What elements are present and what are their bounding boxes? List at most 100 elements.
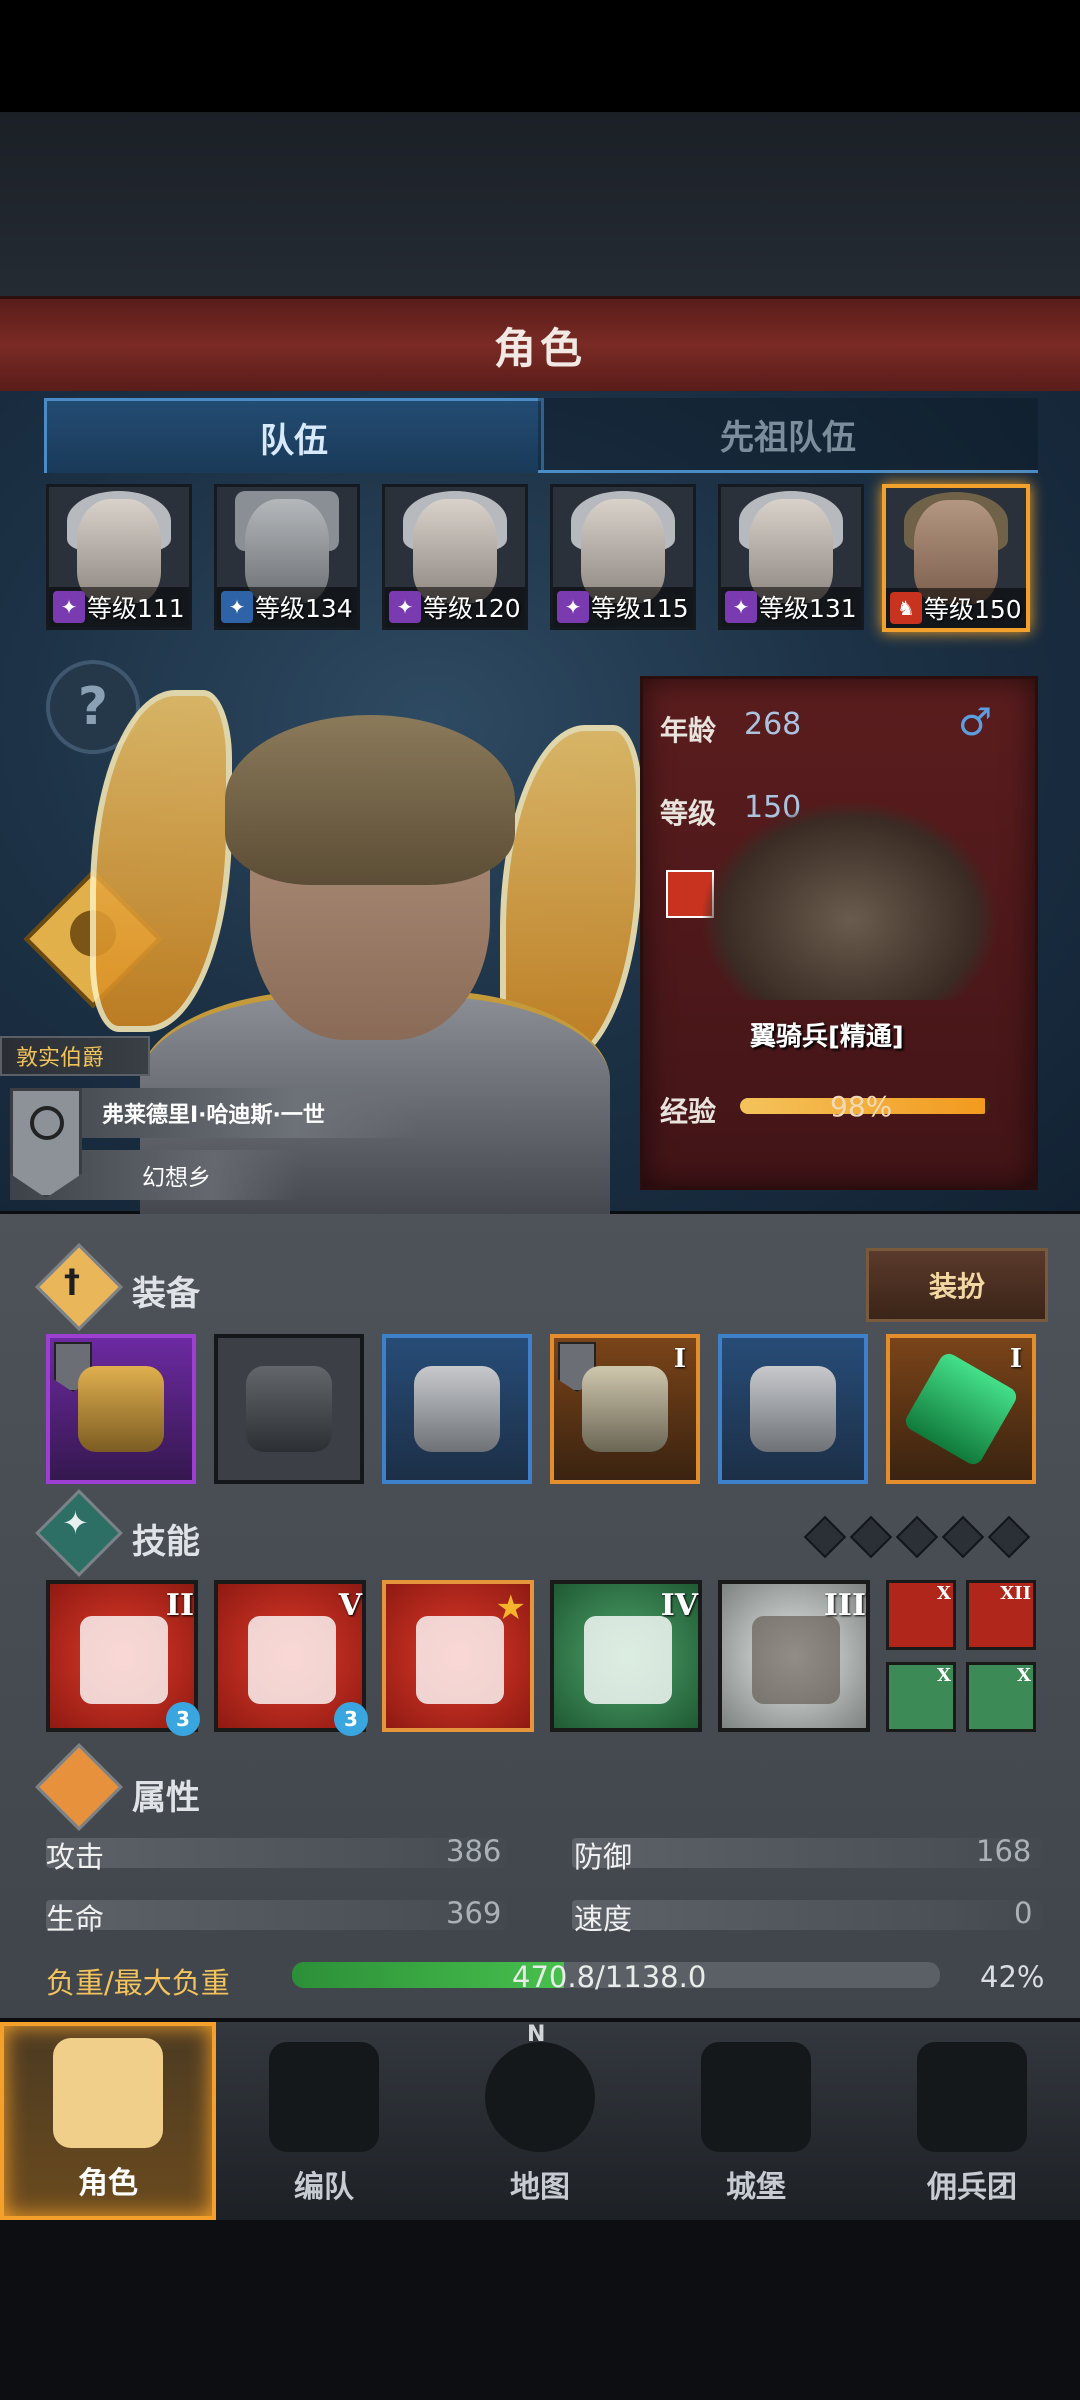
tab-team[interactable]: 队伍 — [44, 398, 544, 473]
staff-icon: ✦ — [557, 591, 589, 623]
hero-level-text: 等级131 — [759, 594, 857, 623]
skill-tier: III — [823, 1588, 866, 1623]
nav-castle[interactable]: 城堡 — [648, 2022, 864, 2220]
equipment-slot-armor[interactable]: I — [550, 1334, 700, 1484]
team-member-card-3[interactable]: ✦ 等级120 — [382, 484, 528, 630]
emerald-gem-icon — [902, 1350, 1020, 1468]
nav-map[interactable]: 地图 — [432, 2022, 648, 2220]
passive-tier: X — [1017, 1665, 1031, 1686]
nav-label: 地图 — [510, 2170, 570, 2205]
staff-icon: ✦ — [389, 591, 421, 623]
male-icon: ♂ — [958, 700, 993, 744]
team-member-card-5[interactable]: ✦ 等级131 — [718, 484, 864, 630]
page-title: 角色 — [493, 323, 586, 373]
nav-label: 角色 — [78, 2166, 138, 2201]
passive-strength[interactable]: X — [886, 1580, 956, 1650]
attack-value: 386 — [446, 1834, 502, 1868]
passive-burst[interactable]: X — [966, 1662, 1036, 1732]
attack-bar — [46, 1838, 506, 1868]
tier-numeral: I — [1009, 1344, 1022, 1374]
attack-label: 攻击 — [46, 1840, 105, 1874]
sword-icon: ✦ — [221, 591, 253, 623]
staff-icon: ✦ — [725, 591, 757, 623]
dagger-icon: † — [64, 1262, 80, 1300]
hero-level-bar: ✦ 等级120 — [385, 587, 525, 627]
skill-slot-4[interactable]: IV — [550, 1580, 702, 1732]
nav-label: 城堡 — [726, 2170, 786, 2205]
equipment-slot-accessory[interactable]: I — [886, 1334, 1036, 1484]
nav-character[interactable]: 角色 — [0, 2022, 216, 2220]
equipment-title: 装备 — [132, 1274, 200, 1314]
passive-sword[interactable]: XII — [966, 1580, 1036, 1650]
empty-shield-icon — [246, 1366, 332, 1452]
skill-badge: 3 — [334, 1702, 368, 1736]
nav-formation[interactable]: 编队 — [216, 2022, 432, 2220]
equipment-slot-offhand[interactable] — [214, 1334, 364, 1484]
hero-level-bar: ✦ 等级131 — [721, 587, 861, 627]
team-member-card-2[interactable]: ✦ 等级134 — [214, 484, 360, 630]
hero-level-text: 等级150 — [924, 595, 1022, 624]
greaves-icon — [750, 1366, 836, 1452]
nav-label: 编队 — [294, 2170, 354, 2205]
load-percent: 42% — [980, 1960, 1045, 1994]
team-member-card-6[interactable]: ♞ 等级150 — [882, 484, 1030, 632]
exp-label: 经验 — [660, 1095, 717, 1128]
equipment-slot-weapon[interactable] — [46, 1334, 196, 1484]
hero-level-text: 等级111 — [87, 594, 185, 623]
faction-emblem-icon — [30, 1106, 64, 1140]
nav-mercenaries[interactable]: 佣兵团 — [864, 2022, 1080, 2220]
broken-sword-icon — [80, 1616, 168, 1704]
equipment-slot-helmet[interactable] — [382, 1334, 532, 1484]
crystal-icon — [752, 1616, 840, 1704]
load-label: 负重/最大负重 — [46, 1966, 230, 2000]
skill-badge: 3 — [166, 1702, 200, 1736]
helmet-gear-icon — [269, 2042, 379, 2152]
team-member-card-1[interactable]: ✦ 等级111 — [46, 484, 192, 630]
skill-slot-1[interactable]: II 3 — [46, 1580, 200, 1736]
hp-bar — [46, 1900, 506, 1930]
passive-target[interactable]: X — [886, 1662, 956, 1732]
speed-bar — [572, 1900, 1042, 1930]
hero-level-text: 等级120 — [423, 594, 521, 623]
tab-ancestor-team[interactable]: 先祖队伍 — [538, 398, 1038, 473]
skill-slot-3[interactable]: ★ — [382, 1580, 534, 1732]
horse-icon: ♞ — [890, 592, 922, 624]
winged-hussar-image — [700, 800, 1000, 1000]
defense-value: 168 — [976, 1834, 1032, 1868]
dress-up-button[interactable]: 装扮 — [866, 1248, 1048, 1322]
hero-level-bar: ✦ 等级111 — [49, 587, 189, 627]
mercenary-icon — [917, 2042, 1027, 2152]
question-mark-icon: ? — [77, 677, 109, 737]
age-label: 年龄 — [660, 714, 717, 747]
bottom-background — [0, 2220, 1080, 2400]
skill-tier: IV — [660, 1588, 698, 1623]
hp-label: 生命 — [46, 1902, 105, 1936]
staff-icon: ✦ — [53, 591, 85, 623]
hero-level-bar: ✦ 等级134 — [217, 587, 357, 627]
skill-slot-2[interactable]: V 3 — [214, 1580, 368, 1736]
compass-icon — [485, 2042, 595, 2152]
passive-tier: X — [937, 1583, 951, 1604]
unit-type-name: 翼骑兵[精通] — [750, 1022, 904, 1052]
character-title: 敦实伯爵 — [0, 1036, 150, 1076]
summon-icon — [248, 1616, 336, 1704]
skills-title: 技能 — [132, 1522, 200, 1562]
helmet-icon — [414, 1366, 500, 1452]
equipment-slot-boots[interactable] — [718, 1334, 868, 1484]
star-icon: ★ — [495, 1588, 526, 1628]
defense-label: 防御 — [574, 1840, 633, 1874]
war-hammer-icon — [78, 1366, 164, 1452]
skill-tier: II — [165, 1588, 194, 1623]
crosshair-icon — [584, 1616, 672, 1704]
team-member-card-4[interactable]: ✦ 等级115 — [550, 484, 696, 630]
skill-slot-5[interactable]: III — [718, 1580, 870, 1732]
passive-tier: X — [937, 1665, 951, 1686]
hero-level-text: 等级134 — [255, 594, 353, 623]
hp-value: 369 — [446, 1896, 502, 1930]
passive-tier: XII — [1000, 1583, 1031, 1604]
top-background — [0, 112, 1080, 296]
status-bar-area — [0, 0, 1080, 112]
star-burst-icon: ✦ — [62, 1504, 89, 1542]
hero-level-bar: ✦ 等级115 — [553, 587, 693, 627]
title-bar: 角色 — [0, 296, 1080, 394]
